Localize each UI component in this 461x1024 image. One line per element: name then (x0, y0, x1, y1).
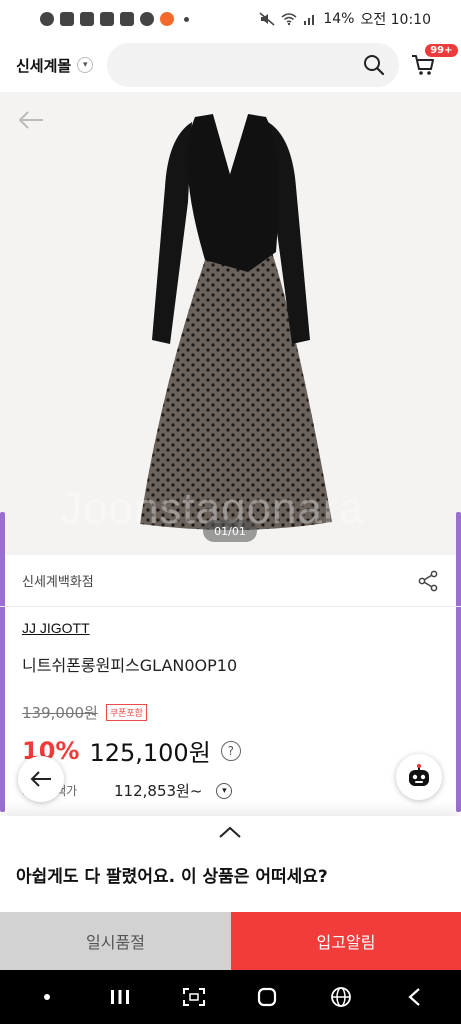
product-image-gallery[interactable]: Joonstagonara 01/01 (0, 92, 461, 555)
orange-app-icon (160, 12, 174, 26)
clock: 오전 10:10 (360, 12, 431, 28)
sold-out-message: 아쉽게도 다 팔렸어요. 이 상품은 어떠세요? (16, 867, 328, 887)
message-icon (60, 12, 74, 26)
search-input[interactable] (107, 43, 400, 87)
battery-level: 14% (323, 11, 355, 27)
action-buttons: 일시품절 입고알림 (0, 912, 461, 970)
store-row: 신세계백화점 (0, 555, 461, 607)
product-brand-link[interactable]: JJ JIGOTT (22, 620, 442, 636)
signal-icon (304, 15, 315, 25)
app-header: 신세계몰 ▾ 99+ (0, 38, 461, 92)
help-icon[interactable]: ? (220, 740, 241, 761)
globe-icon[interactable] (326, 982, 356, 1012)
back-arrow-icon (30, 771, 51, 787)
brand-selector[interactable]: 신세계몰 ▾ (16, 55, 94, 76)
image-counter: 01/01 (203, 520, 257, 542)
search-icon[interactable] (363, 54, 385, 76)
cart-count-badge: 99+ (425, 44, 458, 57)
robot-icon (409, 764, 429, 786)
recommendation-sheet: 아쉽게도 다 팔렸어요. 이 상품은 어떠세요? (0, 816, 461, 912)
chevron-up-icon[interactable] (218, 824, 242, 840)
status-bar: 14% 오전 10:10 (0, 0, 461, 38)
system-nav-bar (0, 970, 461, 1024)
talk-icon (40, 12, 54, 26)
notification-icons (40, 12, 189, 26)
cart-button[interactable]: 99+ (409, 44, 458, 80)
chevron-down-icon: ▾ (77, 57, 94, 73)
more-dot-icon (184, 16, 189, 22)
card-benefit-price: 112,853원~ (114, 782, 203, 800)
floating-back-button[interactable] (18, 756, 64, 802)
screen-capture-icon[interactable] (179, 982, 209, 1012)
n-app-icon (120, 12, 134, 26)
card-icon (100, 12, 114, 26)
alert-icon (80, 12, 94, 26)
home-icon[interactable] (252, 982, 282, 1012)
original-price: 139,000원 (22, 704, 98, 722)
product-info: JJ JIGOTT 니트쉬폰롱원피스GLAN0OP10 139,000원 쿠폰포… (22, 620, 442, 801)
back-icon[interactable] (399, 982, 429, 1012)
search-container (93, 43, 400, 87)
chevron-down-icon[interactable]: ▾ (216, 782, 233, 799)
product-name: 니트쉬폰롱원피스GLAN0OP10 (22, 656, 238, 675)
sold-out-button[interactable]: 일시품절 (0, 912, 231, 970)
recent-apps-icon[interactable] (105, 982, 135, 1012)
coupon-badge: 쿠폰포함 (105, 704, 147, 721)
share-icon[interactable] (417, 570, 439, 592)
nav-dot-icon[interactable] (32, 982, 62, 1012)
restock-alert-button[interactable]: 입고알림 (231, 912, 461, 970)
app-icon (140, 12, 154, 26)
brand-name: 신세계몰 (16, 56, 72, 75)
sale-price: 125,100원 (89, 739, 211, 767)
chatbot-button[interactable] (396, 754, 442, 800)
mute-icon (259, 12, 275, 26)
wifi-icon (281, 13, 297, 26)
store-name[interactable]: 신세계백화점 (22, 571, 94, 590)
